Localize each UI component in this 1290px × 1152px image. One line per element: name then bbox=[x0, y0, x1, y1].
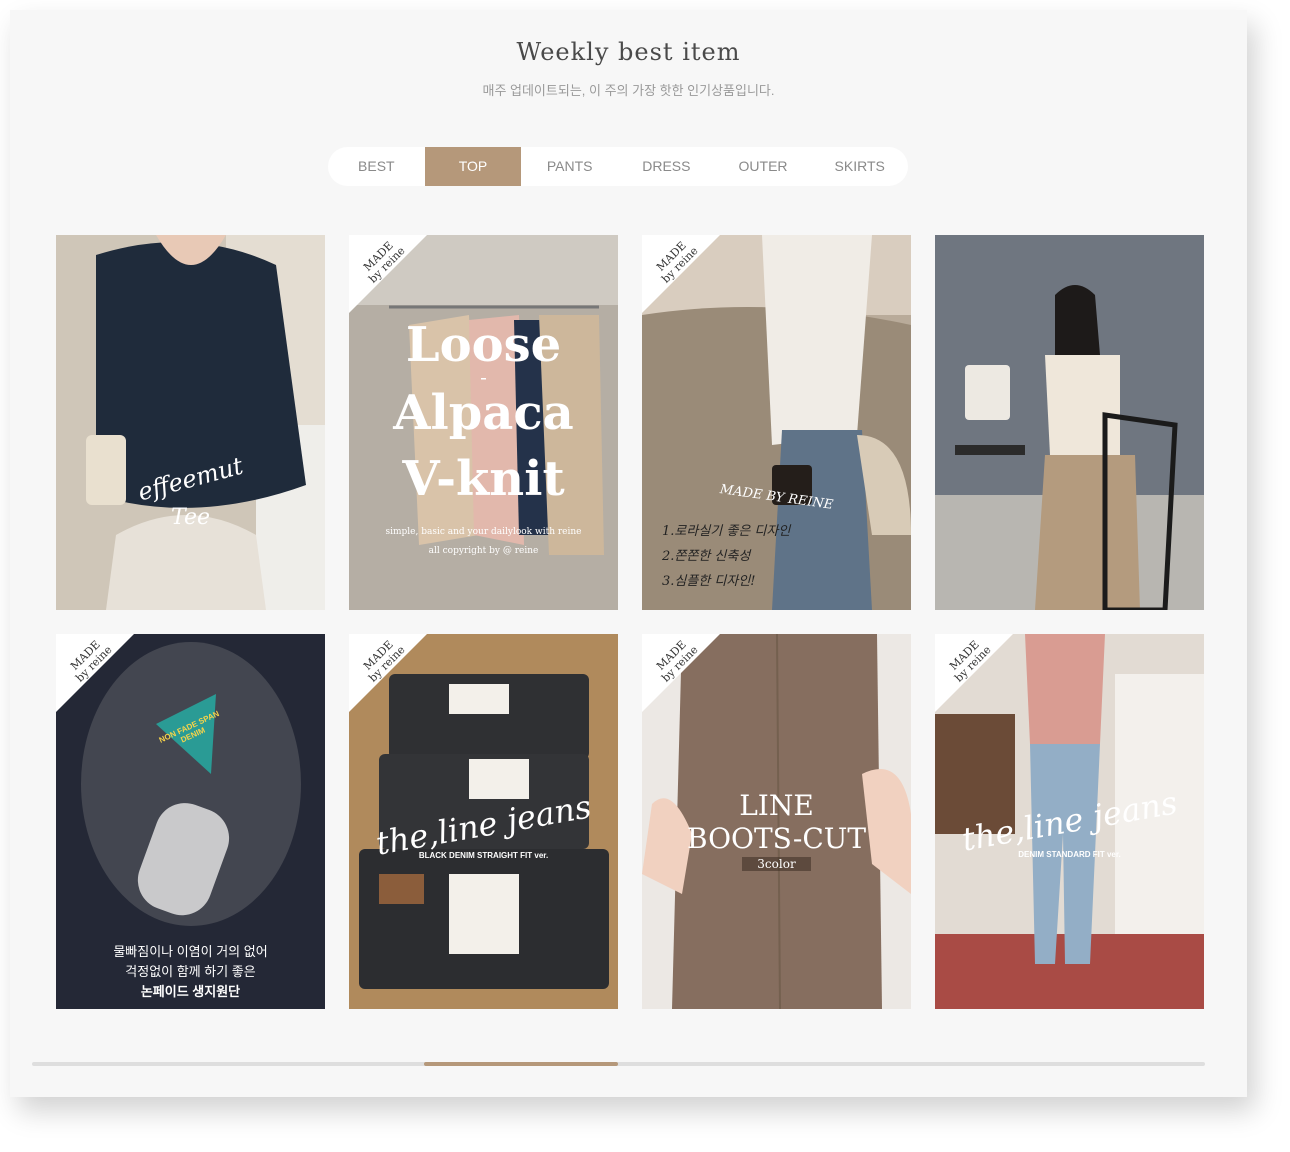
carousel-scrollbar[interactable] bbox=[32, 1062, 1205, 1066]
product-overlay-small-1: simple, basic and your dailylook with re… bbox=[385, 527, 582, 537]
product-card-4[interactable] bbox=[935, 235, 1204, 610]
product-overlay-small: BLACK DENIM STRAIGHT FIT ver. bbox=[418, 851, 549, 860]
product-card-7[interactable]: MADE by reine LINE BOOTS-CUT 3color bbox=[642, 634, 911, 1009]
product-overlay-line-1: LINE bbox=[739, 789, 814, 822]
scrollbar-thumb[interactable] bbox=[424, 1062, 618, 1066]
product-overlay-small-2: all copyright by @ reine bbox=[428, 546, 539, 556]
product-overlay-script-2: Tee bbox=[170, 505, 210, 530]
category-tabs: BEST TOP PANTS DRESS OUTER SKIRTS bbox=[328, 147, 908, 186]
product-card-6[interactable]: MADE by reine the,line jeans BLACK DENIM … bbox=[349, 634, 618, 1009]
product-overlay-line-2: BOOTS-CUT bbox=[686, 822, 867, 855]
product-overlay-line-3: Alpaca bbox=[393, 385, 574, 441]
product-overlay-korean-3: 논페이드 생지원단 bbox=[140, 984, 241, 999]
product-overlay-hand-2: 1.로라실기 좋은 디자인 bbox=[662, 524, 791, 539]
product-overlay-hand-3: 2.쫀쫀한 신축성 bbox=[662, 549, 751, 564]
tab-dress[interactable]: DRESS bbox=[618, 147, 715, 186]
product-card-3[interactable]: MADE by reine MADE BY REINE 1.로라실기 좋은 디자인… bbox=[642, 235, 911, 610]
tab-top[interactable]: TOP bbox=[424, 147, 522, 186]
product-overlay-hand-4: 3.심플한 디자인! bbox=[662, 574, 756, 589]
section-subtitle: 매주 업데이트되는, 이 주의 가장 핫한 인기상품입니다. bbox=[482, 83, 775, 98]
product-overlay-line-4: V-knit bbox=[402, 451, 565, 507]
product-card-5[interactable]: MADE by reine NON FADE SPAN DENIM 물빠짐이나 이… bbox=[56, 634, 325, 1009]
weekly-best-section: Weekly best item 매주 업데이트되는, 이 주의 가장 핫한 인… bbox=[10, 10, 1247, 1097]
tab-best[interactable]: BEST bbox=[328, 147, 425, 186]
product-overlay-korean-2: 걱정없이 함께 하기 좋은 bbox=[125, 964, 256, 979]
tab-outer[interactable]: OUTER bbox=[715, 147, 812, 186]
product-image bbox=[56, 235, 325, 610]
section-title: Weekly best item bbox=[516, 38, 741, 66]
tab-skirts[interactable]: SKIRTS bbox=[811, 147, 908, 186]
product-card-2[interactable]: MADE by reine Loose - Alpaca V-knit simpl… bbox=[349, 235, 618, 610]
tab-pants[interactable]: PANTS bbox=[521, 147, 618, 186]
product-card-1[interactable]: effeemut Tee bbox=[56, 235, 325, 610]
product-card-8[interactable]: MADE by reine the,line jeans DENIM STANDA… bbox=[935, 634, 1204, 1009]
product-overlay-korean-1: 물빠짐이나 이염이 거의 없어 bbox=[113, 944, 268, 959]
product-overlay-small: 3color bbox=[742, 857, 811, 871]
product-overlay-small: DENIM STANDARD FIT ver. bbox=[1018, 850, 1121, 859]
product-image bbox=[935, 235, 1204, 610]
